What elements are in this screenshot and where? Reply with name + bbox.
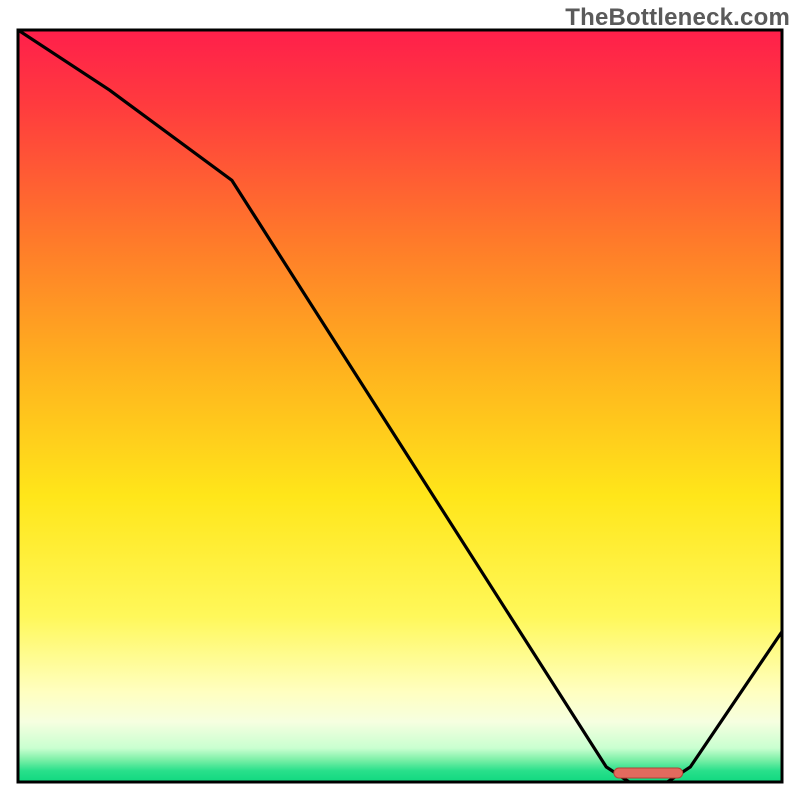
optimum-marker xyxy=(614,768,683,778)
gradient-background xyxy=(18,30,782,782)
watermark-label: TheBottleneck.com xyxy=(565,4,790,32)
plot-area xyxy=(18,30,782,782)
chart-stage: TheBottleneck.com xyxy=(0,0,800,800)
bottleneck-plot xyxy=(0,0,800,800)
